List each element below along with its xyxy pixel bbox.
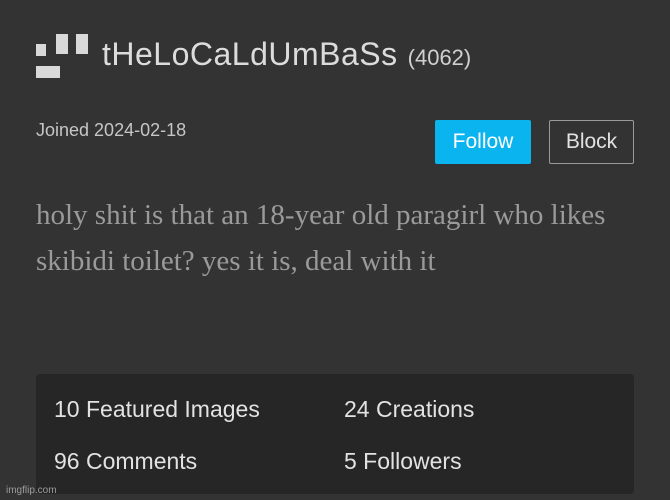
block-button[interactable]: Block — [549, 120, 634, 164]
stat-featured-images[interactable]: 10 Featured Images — [54, 396, 260, 423]
profile-bio: holy shit is that an 18-year old paragir… — [36, 199, 606, 277]
username: tHeLoCaLdUmBaSs — [102, 35, 398, 72]
follow-button[interactable]: Follow — [435, 120, 531, 164]
joined-date: Joined 2024-02-18 — [36, 120, 187, 140]
default-avatar-icon[interactable] — [36, 34, 88, 80]
stat-comments[interactable]: 96 Comments — [54, 448, 197, 475]
imgflip-watermark: imgflip.com — [6, 485, 57, 496]
profile-header: tHeLoCaLdUmBaSs (4062) — [36, 32, 471, 82]
stat-followers[interactable]: 5 Followers — [344, 448, 462, 475]
stat-creations[interactable]: 24 Creations — [344, 396, 474, 423]
points-count: (4062) — [407, 45, 472, 70]
stats-panel: 10 Featured Images 24 Creations 96 Comme… — [36, 374, 634, 494]
